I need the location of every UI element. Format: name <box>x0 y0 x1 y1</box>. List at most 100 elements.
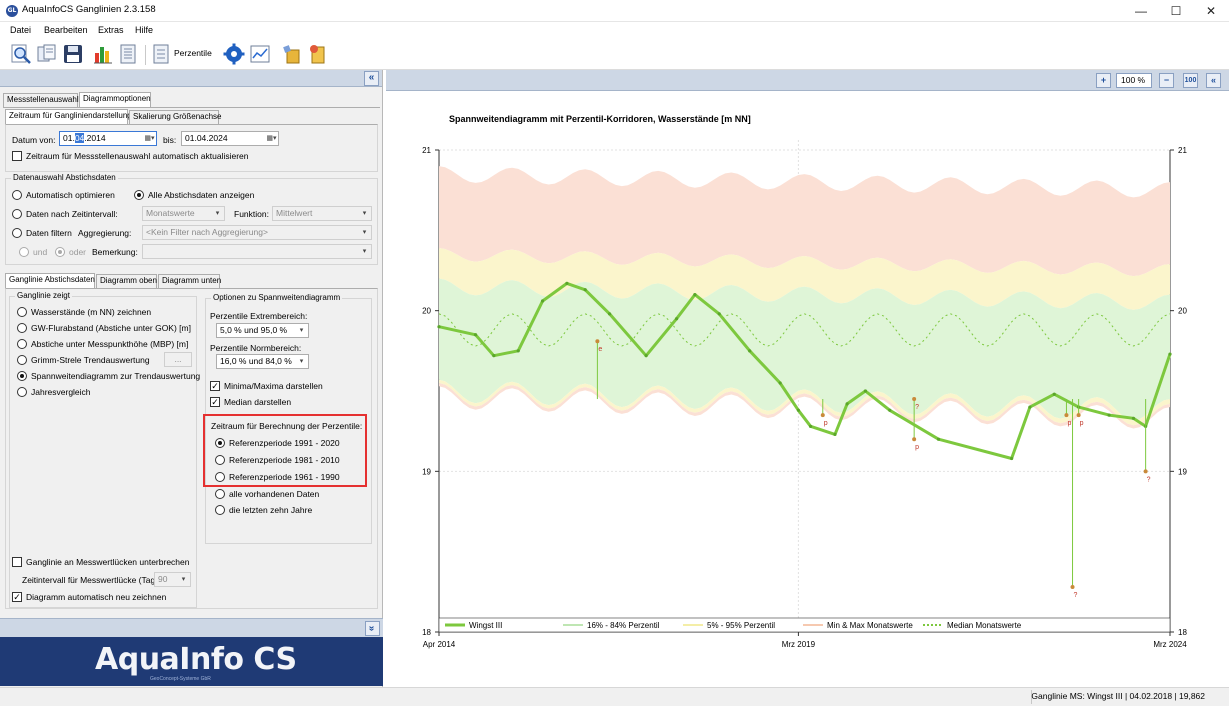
outlier-point <box>595 339 600 344</box>
datum-von-field[interactable]: 01.04.2014 ▦▾ <box>59 131 157 146</box>
title-bar: GL AquaInfoCS Ganglinien 2.3.158 — ☐ ✕ <box>0 0 1229 22</box>
grimm-settings-button[interactable]: ... <box>164 352 192 367</box>
radio-grimm-strele[interactable] <box>17 355 27 365</box>
y-tick-label: 19 <box>1178 467 1187 476</box>
zeitintervall-select[interactable]: 90 ▾ <box>154 572 191 587</box>
line-chart-icon[interactable] <box>249 43 271 65</box>
outlier-point <box>912 437 917 442</box>
tab-ganglinie-abstichsdaten[interactable]: Ganglinie Abstichsdaten <box>5 273 95 288</box>
tools-icon[interactable] <box>281 43 303 65</box>
wingst-data-point <box>540 299 545 303</box>
auto-update-checkbox[interactable] <box>12 151 22 161</box>
radio-wasserstaende[interactable] <box>17 307 27 317</box>
alle-anzeigen-label: Alle Abstichsdaten anzeigen <box>148 190 255 200</box>
tab-diagramm-unten[interactable]: Diagramm unten <box>158 274 221 288</box>
datenauswahl-group: Datenauswahl Abstichsdaten Automatisch o… <box>5 173 378 265</box>
wingst-data-point <box>808 424 813 428</box>
auto-zeichnen-checkbox[interactable]: ✓ <box>12 592 22 602</box>
radio-alle-anzeigen[interactable] <box>134 190 144 200</box>
bemerkung-select[interactable]: ▾ <box>142 244 372 259</box>
close-button[interactable]: ✕ <box>1196 2 1226 20</box>
chevron-down-icon: ▾ <box>299 358 304 365</box>
und-label: und <box>33 247 48 257</box>
database-icon[interactable] <box>306 43 328 65</box>
datum-bis-field[interactable]: 01.04.2024 ▦▾ <box>181 131 279 146</box>
chevron-down-icon: ▾ <box>181 576 186 583</box>
y-tick-label: 19 <box>422 467 431 476</box>
logo-panel-header: « <box>0 618 383 637</box>
radio-nach-intervall[interactable] <box>12 209 22 219</box>
outlier-label: ? <box>915 404 919 411</box>
wingst-data-point <box>833 432 837 436</box>
radio-oder[interactable] <box>55 247 65 257</box>
median-label: Median darstellen <box>224 397 292 407</box>
bar-chart-icon[interactable] <box>92 43 114 65</box>
radio-letzte-zehn[interactable] <box>215 505 225 515</box>
report-icon[interactable] <box>117 43 139 65</box>
calendar-dropdown-icon[interactable]: ▦▾ <box>143 132 156 145</box>
percentile-icon[interactable] <box>150 43 172 65</box>
left-panel-header: « <box>0 70 382 87</box>
menu-datei[interactable]: Datei <box>10 25 31 35</box>
x-tick-label: Apr 2014 <box>423 640 456 649</box>
collapse-right-button[interactable]: « <box>1206 73 1221 88</box>
tab-diagrammoptionen[interactable]: Diagrammoptionen <box>79 92 151 107</box>
expand-down-icon[interactable]: « <box>365 621 380 636</box>
tab-zeitraum[interactable]: Zeitraum für Gangliniendarstellung <box>5 109 132 124</box>
wingst-data-point <box>1052 392 1056 396</box>
copy-icon[interactable] <box>36 43 58 65</box>
optionen-title: Optionen zu Spannweitendiagramm <box>211 293 343 302</box>
aggregierung-select[interactable]: <Kein Filter nach Aggregierung> ▾ <box>142 225 372 240</box>
y-tick-label: 21 <box>1178 146 1187 155</box>
wingst-data-point <box>583 288 587 292</box>
tab-diagramm-oben[interactable]: Diagramm oben <box>96 274 157 288</box>
intervall-select[interactable]: Monatswerte ▾ <box>142 206 225 221</box>
menu-hilfe[interactable]: Hilfe <box>135 25 153 35</box>
normal-label: Perzentile Normbereich: <box>210 343 302 353</box>
minimize-button[interactable]: — <box>1126 2 1156 20</box>
median-checkbox[interactable]: ✓ <box>210 397 220 407</box>
radio-gw-flurabstand[interactable] <box>17 323 27 333</box>
maximize-button[interactable]: ☐ <box>1161 2 1191 20</box>
collapse-left-button[interactable]: « <box>364 71 379 86</box>
zoom-out-button[interactable]: − <box>1159 73 1174 88</box>
search-icon[interactable] <box>10 43 32 65</box>
save-icon[interactable] <box>62 43 84 65</box>
normal-select[interactable]: 16,0 % und 84,0 % ▾ <box>216 354 309 369</box>
extrem-select[interactable]: 5,0 % und 95,0 % ▾ <box>216 323 309 338</box>
radio-daten-filtern[interactable] <box>12 228 22 238</box>
luecken-checkbox[interactable] <box>12 557 22 567</box>
wingst-data-point <box>936 437 941 441</box>
zeitintervall-label: Zeitintervall für Messwertlücke (Tage) <box>22 575 163 585</box>
funktion-select[interactable]: Mittelwert ▾ <box>272 206 372 221</box>
logo-subtitle: GeoConcept-Systeme GbR <box>150 676 211 682</box>
menu-extras[interactable]: Extras <box>98 25 124 35</box>
radio-auto-opt[interactable] <box>12 190 22 200</box>
wingst-data-point <box>845 402 849 406</box>
tab-skalierung[interactable]: Skalierung Größenachse <box>129 110 222 124</box>
zoom-fit-button[interactable]: 100 <box>1183 73 1198 88</box>
gear-icon[interactable] <box>223 43 245 65</box>
alle-daten-label: alle vorhandenen Daten <box>229 489 320 499</box>
perzentile-label[interactable]: Perzentile <box>174 48 212 58</box>
wingst-data-point <box>796 408 801 412</box>
daten-filtern-label: Daten filtern <box>26 228 72 238</box>
wingst-data-point <box>863 389 868 393</box>
radio-und[interactable] <box>19 247 29 257</box>
radio-alle-daten[interactable] <box>215 489 225 499</box>
minmax-checkbox[interactable]: ✓ <box>210 381 220 391</box>
calendar-dropdown-icon[interactable]: ▦▾ <box>265 132 278 145</box>
radio-jahresvergleich[interactable] <box>17 387 27 397</box>
menu-bearbeiten[interactable]: Bearbeiten <box>44 25 88 35</box>
tab-messstellenauswahl[interactable]: Messstellenauswahl <box>3 93 79 107</box>
zoom-in-button[interactable]: + <box>1096 73 1111 88</box>
status-text: Ganglinie MS: Wingst III | 04.02.2018 | … <box>1031 691 1205 701</box>
radio-abstiche-mbp[interactable] <box>17 339 27 349</box>
wingst-data-point <box>1010 456 1014 461</box>
y-tick-label: 20 <box>422 307 431 316</box>
radio-spannweiten[interactable] <box>17 371 27 381</box>
opt-wasserstaende: Wasserstände (m NN) zeichnen <box>31 307 152 317</box>
outlier-point <box>912 397 917 402</box>
spannweiten-chart: Spannweitendiagramm mit Perzentil-Korrid… <box>387 92 1229 686</box>
zoom-level[interactable]: 100 % <box>1116 73 1152 88</box>
